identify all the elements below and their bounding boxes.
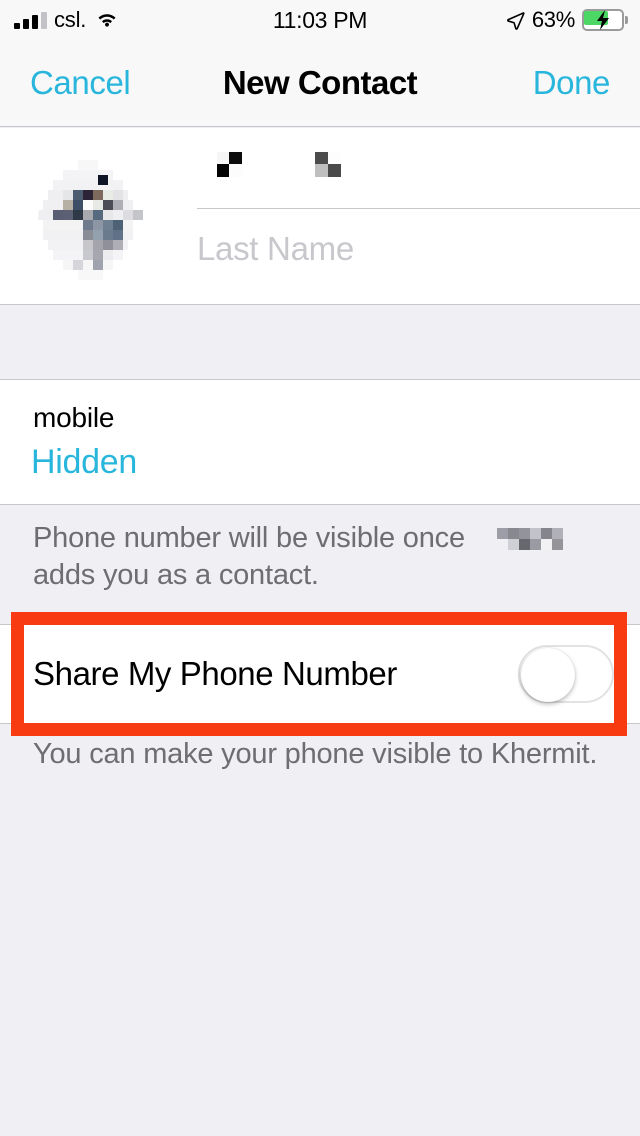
contact-avatar[interactable]	[38, 155, 168, 285]
share-my-phone-number-label: Share My Phone Number	[33, 655, 397, 692]
toggle-knob	[521, 648, 575, 702]
charging-bolt-icon	[595, 10, 612, 30]
iphone-screen: csl. 11:03 PM 63% Cancel New Contact Don…	[0, 0, 640, 1136]
battery-icon	[582, 9, 628, 31]
first-name-redacted-value	[197, 146, 427, 190]
location-arrow-icon	[506, 11, 525, 30]
name-fields: Last Name	[197, 128, 640, 305]
share-note-text: You can make your phone visible to Kherm…	[33, 738, 598, 770]
battery-percent-label: 63%	[531, 7, 575, 32]
share-my-phone-number-row[interactable]: Share My Phone Number	[0, 624, 640, 724]
phone-visibility-note-line1: Phone number will be visible once	[33, 522, 567, 555]
share-my-phone-number-toggle[interactable]	[518, 645, 614, 703]
navigation-bar: Cancel New Contact Done	[0, 40, 640, 127]
cancel-button[interactable]: Cancel	[30, 64, 131, 102]
last-name-field[interactable]: Last Name	[197, 209, 640, 289]
phone-visibility-note: Phone number will be visible once adds y…	[0, 506, 640, 611]
section-gap	[0, 305, 640, 380]
status-bar: csl. 11:03 PM 63%	[0, 0, 640, 40]
contact-name-section: Last Name	[0, 128, 640, 305]
last-name-placeholder: Last Name	[197, 230, 354, 267]
phone-label: mobile	[33, 402, 115, 433]
phone-value[interactable]: Hidden	[31, 443, 137, 482]
done-button[interactable]: Done	[533, 64, 611, 102]
status-bar-right: 63%	[506, 7, 628, 33]
bottom-background	[0, 736, 640, 1136]
first-name-field[interactable]	[197, 128, 640, 208]
redacted-contact-name	[486, 523, 567, 554]
phone-section[interactable]: mobile Hidden	[0, 380, 640, 505]
phone-visibility-note-text: Phone number will be visible once	[33, 522, 465, 554]
phone-visibility-note-line2: adds you as a contact.	[33, 559, 319, 591]
